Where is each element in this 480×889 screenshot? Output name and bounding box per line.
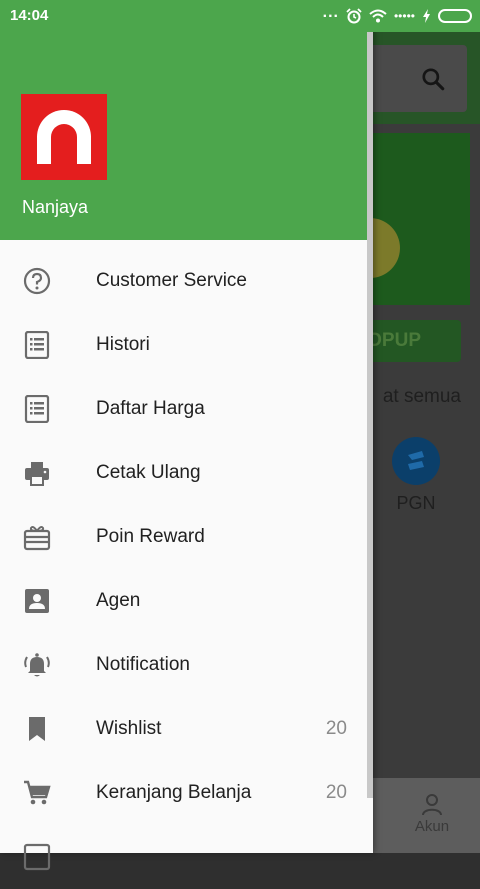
menu-item-cetak-ulang[interactable]: Cetak Ulang [0, 441, 373, 505]
menu-item-label: Wishlist [96, 718, 162, 739]
navigation-drawer: Nanjaya Customer Service Histori Daftar … [0, 0, 373, 871]
status-icons: ... ••••• [322, 4, 472, 27]
wifi-icon [369, 9, 387, 23]
menu-item-label: Notification [96, 654, 190, 675]
account-box-icon [23, 843, 51, 871]
status-bar: 14:04 ... ••••• [0, 0, 480, 32]
search-icon [422, 68, 445, 91]
signal-icon: ••••• [393, 9, 415, 23]
background-pgn-label: PGN [396, 493, 436, 513]
list-document-icon [24, 331, 50, 359]
menu-item-label: Agen [96, 590, 141, 611]
shopping-cart-icon [24, 780, 51, 805]
price-list-icon [24, 395, 50, 423]
menu-item-daftar-harga[interactable]: Daftar Harga [0, 377, 373, 441]
menu-item-label: Daftar Harga [96, 398, 205, 419]
menu-item-histori[interactable]: Histori [0, 313, 373, 377]
pgn-logo-icon [392, 437, 440, 485]
user-name: Nanjaya [22, 197, 89, 217]
menu-item-label: Customer Service [96, 270, 247, 291]
more-notifications-icon: ... [322, 4, 339, 21]
menu-item-agen[interactable]: Agen [0, 569, 373, 633]
menu-item-partial[interactable] [0, 825, 373, 889]
cart-count-badge: 20 [325, 782, 347, 803]
contact-card-icon [25, 589, 49, 613]
drawer-header: Nanjaya [0, 0, 373, 240]
drawer-menu: Customer Service Histori Daftar Harga Ce… [0, 249, 373, 889]
menu-item-label: Poin Reward [96, 526, 205, 547]
bookmark-icon [29, 717, 45, 741]
bell-ringing-icon [24, 653, 50, 677]
menu-item-label: Histori [96, 334, 150, 355]
person-icon [422, 794, 442, 816]
menu-item-notification[interactable]: Notification [0, 633, 373, 697]
nanjaya-logo [21, 94, 107, 180]
drawer-scrollbar[interactable] [367, 32, 373, 798]
alarm-icon [346, 8, 362, 24]
background-akun-label: Akun [414, 818, 450, 835]
help-circle-icon [23, 267, 51, 295]
menu-item-customer-service[interactable]: Customer Service [0, 249, 373, 313]
logo-letter-n [37, 110, 91, 164]
menu-item-keranjang-belanja[interactable]: Keranjang Belanja 20 [0, 761, 373, 825]
menu-item-poin-reward[interactable]: Poin Reward [0, 505, 373, 569]
status-time: 14:04 [10, 7, 49, 24]
charging-icon [423, 9, 430, 23]
printer-icon [25, 462, 49, 486]
gift-card-icon [23, 526, 51, 551]
wishlist-count-badge: 20 [325, 718, 347, 739]
battery-icon [438, 9, 472, 23]
menu-item-label: Cetak Ulang [96, 462, 201, 483]
menu-item-label: Keranjang Belanja [96, 782, 252, 803]
menu-item-wishlist[interactable]: Wishlist 20 [0, 697, 373, 761]
